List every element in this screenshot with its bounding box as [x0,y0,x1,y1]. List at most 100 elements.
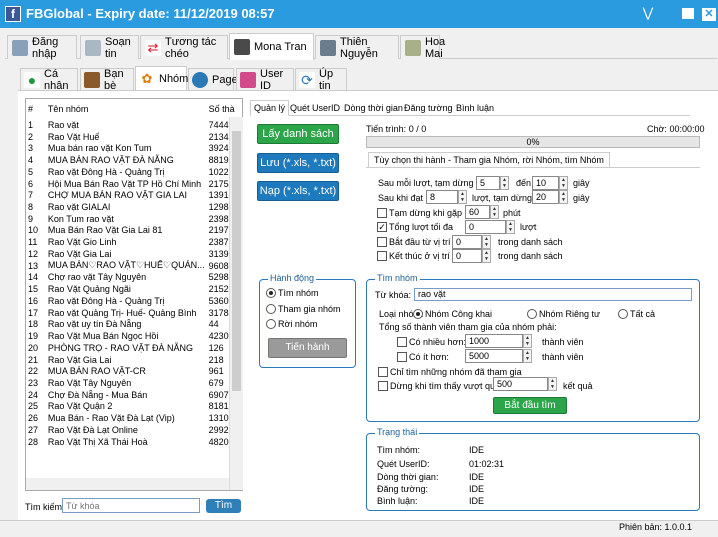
tab-wall-post[interactable]: Đăng tường [400,100,456,116]
table-row[interactable]: 6 Hội Mua Bán Rao Vặt TP Hồ Chí Minh 21754 [26,178,241,190]
table-row[interactable]: 16 Rao vặt Đông Hà - Quảng Trị 53601 [26,295,241,307]
run-button[interactable]: Tiến hành [268,338,347,358]
more-than-checkbox[interactable] [397,337,407,347]
table-row[interactable]: 17 Rao vặt Quảng Trị- Huế- Quảng Bình 3178… [26,307,241,319]
spinner-icon[interactable]: ▲ ▼ [548,377,557,391]
table-row[interactable]: 18 Rao vặt uy tín Đà Nẵng 44 [26,318,241,330]
spinner-icon[interactable]: ▲ ▼ [482,249,491,263]
table-row[interactable]: 1 Rao vặt 74445 [26,119,241,131]
chevrons-down-icon[interactable]: ⋁ [638,4,658,22]
table-row[interactable]: 3 Mua bán rao vặt Kon Tum 3924 [26,142,241,154]
radio-all-groups[interactable] [618,309,628,319]
table-row[interactable]: 14 Chợ rao vặt Tây Nguyên 52981 [26,272,241,284]
tab-manage[interactable]: Quản lý [250,100,290,116]
tab-run-options[interactable]: Tùy chọn thi hành - Tham gia Nhóm, rời N… [368,152,610,168]
table-row[interactable]: 8 Rao vặt GIALAI 1298 [26,201,241,213]
table-row[interactable]: 24 Chợ Đà Nẵng - Mua Bán 69075 [26,389,241,401]
column-header-number[interactable]: # [26,99,46,119]
after-each-from-input[interactable]: 5 [476,176,500,190]
table-row[interactable]: 13 MUA BÁN♡RAO VẶT♡HUẾ♡QUẢN... 9608 [26,260,241,272]
after-n-pause-input[interactable]: 20 [532,190,559,204]
get-list-button[interactable]: Lấy danh sách [257,124,339,144]
tab-page[interactable]: Page [188,68,238,90]
minimize-button[interactable] [678,4,698,22]
spinner-icon[interactable]: ▲ ▼ [458,190,467,204]
spinner-icon[interactable]: ▲ ▼ [506,220,515,234]
table-row[interactable]: 15 Rao Vặt Quảng Ngãi 21522 [26,283,241,295]
tab-scan-userid[interactable]: Quét UserID [286,100,344,116]
tab-comment[interactable]: Bình luận [452,100,498,116]
radio-join-group[interactable] [266,304,276,314]
table-row[interactable]: 12 Rao Vặt Gia Lai 31392 [26,248,241,260]
spinner-icon[interactable]: ▲ ▼ [490,205,499,219]
spinner-icon[interactable]: ▲ ▼ [523,349,532,363]
keyword-input[interactable]: rao vặt [414,288,692,301]
tab-compose[interactable]: Soạn tin [80,35,139,60]
spinner-icon[interactable]: ▲ ▼ [500,176,509,190]
start-search-button[interactable]: Bắt đầu tìm [493,397,567,414]
tab-account-hoa-mai[interactable]: Hoa Mai [400,35,445,60]
table-row[interactable]: 25 Rao Vặt Quận 2 8181 [26,401,241,413]
table-row[interactable]: 11 Rao Vặt Gio Linh 23877 [26,236,241,248]
after-n-input[interactable]: 8 [426,190,458,204]
pause-on-error-checkbox[interactable] [377,208,387,218]
radio-public-group[interactable] [413,309,423,319]
group-list-horizontal-scrollbar[interactable] [26,478,229,490]
table-row[interactable]: 22 MUA BÁN RAO VẶT-CR 961 [26,365,241,377]
search-button[interactable]: Tìm [206,499,241,513]
radio-private-group[interactable] [527,309,537,319]
scrollbar-thumb[interactable] [232,131,241,391]
table-row[interactable]: 20 PHÒNG TRỌ - RAO VẶT ĐÀ NẴNG 126 [26,342,241,354]
less-than-input[interactable]: 5000 [465,349,523,363]
close-button[interactable]: ✕ [699,4,718,22]
search-input[interactable] [62,498,200,513]
table-row[interactable]: 7 CHỢ MUA BÁN RAO VẶT GIA LAI 13919 [26,189,241,201]
table-row[interactable]: 2 Rao Vặt Huế 21345 [26,131,241,143]
table-row[interactable]: 5 Rao vặt Đông Hà - Quảng Trị 10227 [26,166,241,178]
end-at-checkbox[interactable] [377,251,387,261]
column-header-members[interactable]: Số thà [207,99,241,119]
table-row[interactable]: 21 Rao Vặt Gia Lai 218 [26,354,241,366]
table-row[interactable]: 23 Rao Vặt Tây Nguyên 679 [26,377,241,389]
tab-cross-interact[interactable]: ⇄ Tương tác chéo [140,35,228,60]
tab-login[interactable]: Đăng nhập [7,35,77,60]
spinner-icon[interactable]: ▲ ▼ [482,235,491,249]
table-row[interactable]: 19 Rao Vặt Mua Bán Ngọc Hồi 4230 [26,330,241,342]
tab-account-mona-tran[interactable]: Mona Tran [229,33,314,60]
spinner-icon[interactable]: ▲ ▼ [523,334,532,348]
save-button[interactable]: Lưu (*.xls, *.txt) [257,153,339,173]
tab-timeline[interactable]: Dòng thời gian [340,100,407,116]
tab-repost[interactable]: ⟳ Úp tin [295,68,347,92]
stop-when-checkbox[interactable] [378,381,388,391]
table-row[interactable]: 4 MUA BÁN RAO VẶT ĐÀ NẴNG 8819 [26,154,241,166]
tab-account-thien-nguyen[interactable]: Thiên Nguyễn [315,35,399,60]
after-each-to-input[interactable]: 10 [532,176,559,190]
column-header-group-name[interactable]: Tên nhóm [46,99,207,119]
stop-when-input[interactable]: 500 [493,377,548,391]
group-list-vertical-scrollbar[interactable] [229,117,243,490]
start-from-input[interactable]: 0 [452,235,482,249]
spinner-icon[interactable]: ▲ ▼ [559,190,568,204]
table-row[interactable]: 9 Kon Tum rao vặt 23988 [26,213,241,225]
radio-leave-group[interactable] [266,319,276,329]
tab-friends[interactable]: Bạn bè [80,68,134,92]
max-turns-checkbox[interactable]: ✓ [377,222,387,232]
max-turns-input[interactable]: 0 [465,220,506,234]
pause-on-error-input[interactable]: 60 [465,205,490,219]
table-row[interactable]: 27 Rao Vặt Đà Lạt Online 29922 [26,424,241,436]
tab-user-id[interactable]: User ID [236,68,294,92]
tab-groups[interactable]: ✿ Nhóm [135,66,188,91]
group-list-table[interactable]: # Tên nhóm Số thà 1 Rao vặt 74445 2 Rao Vặt … [25,98,243,491]
table-row[interactable]: 26 Mua Bán - Rao Vặt Đà Lạt (Vip) 13101 [26,412,241,424]
more-than-input[interactable]: 1000 [465,334,523,348]
radio-find-group[interactable] [266,288,276,298]
load-button[interactable]: Nạp (*.xls, *.txt) [257,181,339,201]
less-than-checkbox[interactable] [397,352,407,362]
end-at-input[interactable]: 0 [452,249,482,263]
only-joined-checkbox[interactable] [378,367,388,377]
table-row[interactable]: 10 Mua Bán Rao Vặt Gia Lai 81 21977 [26,225,241,237]
start-from-checkbox[interactable] [377,237,387,247]
table-row[interactable]: 28 Rao Vặt Thị Xã Thái Hoà 48208 [26,436,241,448]
spinner-icon[interactable]: ▲ ▼ [559,176,568,190]
tab-personal[interactable]: ● Cá nhân [20,68,78,92]
